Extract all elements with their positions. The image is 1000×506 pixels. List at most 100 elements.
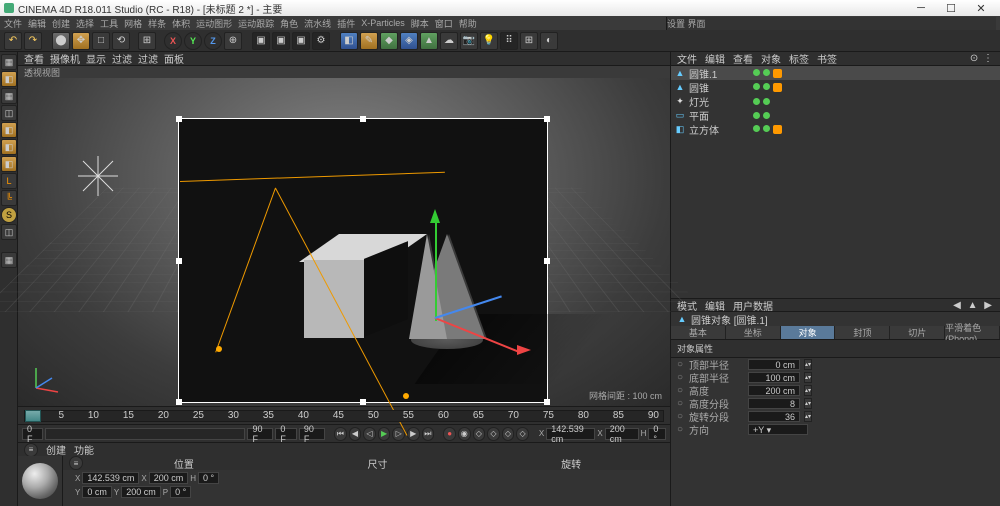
menu-角色[interactable]: 角色 <box>280 17 298 30</box>
menu-运动图形[interactable]: 运动图形 <box>196 17 232 30</box>
obj-tab[interactable]: 对象 <box>761 51 781 66</box>
obj-tab[interactable]: 书签 <box>817 51 837 66</box>
recent-tool-button[interactable]: ⊞ <box>138 32 156 50</box>
camera-handle[interactable] <box>216 346 222 352</box>
subtab-对象[interactable]: 对象 <box>781 326 836 339</box>
subtab-基本[interactable]: 基本 <box>671 326 726 339</box>
tag-icon[interactable] <box>773 83 782 92</box>
goto-start-button[interactable]: ⏮ <box>334 427 347 441</box>
visibility-dot[interactable] <box>753 112 760 119</box>
coord-x-pos[interactable]: 142.539 cm <box>546 428 595 440</box>
size-y[interactable]: 200 cm <box>121 486 161 498</box>
vp-menu-item[interactable]: 面板 <box>164 51 184 66</box>
close-button[interactable]: ✕ <box>966 1 996 15</box>
autokey-button[interactable]: ◉ <box>458 427 471 441</box>
pos-y[interactable]: 0 cm <box>82 486 112 498</box>
mat-tab[interactable]: 创建 <box>46 442 66 457</box>
range-slider[interactable] <box>45 428 245 440</box>
point-mode-button[interactable]: ◧ <box>1 122 17 138</box>
undo-button[interactable]: ↶ <box>4 32 22 50</box>
visibility-dot[interactable] <box>753 125 760 132</box>
timeline-thumb[interactable] <box>25 410 41 422</box>
obj-tab[interactable]: 编辑 <box>705 51 725 66</box>
coord-tab[interactable]: 旋转 <box>478 456 664 471</box>
camera-handle[interactable] <box>403 393 409 399</box>
menu-脚本[interactable]: 脚本 <box>411 17 429 30</box>
menu-体积[interactable]: 体积 <box>172 17 190 30</box>
key-scale-button[interactable]: ◇ <box>487 427 500 441</box>
add-light-button[interactable]: 💡 <box>480 32 498 50</box>
add-environment-button[interactable]: ☁ <box>440 32 458 50</box>
menu-编辑[interactable]: 编辑 <box>28 17 46 30</box>
rot-p[interactable]: 0 ° <box>170 486 191 498</box>
obj-tab[interactable]: 标签 <box>789 51 809 66</box>
vp-menu-item[interactable]: 过滤 <box>112 51 132 66</box>
obj-tab[interactable]: 文件 <box>677 51 697 66</box>
menu-创建[interactable]: 创建 <box>52 17 70 30</box>
object-row[interactable]: ▲圆锥.1 <box>671 66 1000 80</box>
attr-input[interactable]: 8 <box>748 398 800 409</box>
rot-h[interactable]: 0 ° <box>198 472 219 484</box>
render-dot[interactable] <box>763 83 770 90</box>
object-row[interactable]: ▲圆锥 <box>671 80 1000 94</box>
workplane-button[interactable]: ◫ <box>1 105 17 121</box>
spinner-icon[interactable]: ▴▾ <box>804 372 812 383</box>
coord-menu-icon[interactable]: ≡ <box>69 456 83 470</box>
menu-样条[interactable]: 样条 <box>148 17 166 30</box>
world-button[interactable]: ⊕ <box>224 32 242 50</box>
edge-mode-button[interactable]: ◧ <box>1 139 17 155</box>
add-mograph-button[interactable]: ⊞ <box>520 32 538 50</box>
redo-button[interactable]: ↷ <box>24 32 42 50</box>
texture-mode-button[interactable]: ▦ <box>1 88 17 104</box>
make-editable-button[interactable]: ▦ <box>1 54 17 70</box>
subtab-坐标[interactable]: 坐标 <box>726 326 781 339</box>
end-frame-field[interactable]: 90 F <box>247 428 273 440</box>
object-row[interactable]: ◧立方体 <box>671 122 1000 136</box>
render-region-button[interactable]: ▣ <box>272 32 290 50</box>
axis-l-button[interactable]: L <box>1 173 17 189</box>
attr-input[interactable]: 36 <box>748 411 800 422</box>
key-param-button[interactable]: ◇ <box>516 427 529 441</box>
vp-menu-item[interactable]: 过滤 <box>138 51 158 66</box>
mat-menu-icon[interactable]: ≡ <box>24 443 38 457</box>
rotate-button[interactable]: ⟲ <box>112 32 130 50</box>
key-rot-button[interactable]: ◇ <box>502 427 515 441</box>
snap-button[interactable]: S <box>1 207 17 223</box>
menu-运动跟踪[interactable]: 运动跟踪 <box>238 17 274 30</box>
subtab-封顶[interactable]: 封顶 <box>835 326 890 339</box>
axis-p-button[interactable]: ╚ <box>1 190 17 206</box>
current-frame-field[interactable]: 0 F <box>275 428 296 440</box>
add-particles-button[interactable]: ⠿ <box>500 32 518 50</box>
prev-frame-button[interactable]: ◁ <box>363 427 376 441</box>
material-preview[interactable] <box>22 463 58 499</box>
menu-right[interactable]: 设置 界面 <box>666 17 996 30</box>
object-list[interactable]: ▲圆锥.1▲圆锥✦灯光▭平面◧立方体 <box>671 66 1000 298</box>
vp-menu-item[interactable]: 显示 <box>86 51 106 66</box>
viewport[interactable]: 网格间距 : 100 cm <box>18 78 670 406</box>
add-nurbs-button[interactable]: ◆ <box>380 32 398 50</box>
size-x[interactable]: 200 cm <box>149 472 189 484</box>
render-dot[interactable] <box>763 69 770 76</box>
attr-tab[interactable]: 编辑 <box>705 298 725 313</box>
start-frame-field[interactable]: 0 F <box>22 428 43 440</box>
add-camera-button[interactable]: 📷 <box>460 32 478 50</box>
next-key-button[interactable]: ▶ <box>407 427 420 441</box>
render-frame[interactable] <box>178 118 548 403</box>
render-pv-button[interactable]: ▣ <box>292 32 310 50</box>
move-button[interactable]: ✥ <box>72 32 90 50</box>
obj-tab[interactable]: 查看 <box>733 51 753 66</box>
light-icon-button[interactable]: ◐ <box>540 32 558 50</box>
menu-帮助[interactable]: 帮助 <box>459 17 477 30</box>
attr-input[interactable]: 200 cm <box>748 385 800 396</box>
menu-插件[interactable]: 插件 <box>337 17 355 30</box>
material-area[interactable] <box>18 456 62 506</box>
attr-nav-icon[interactable]: ◀ ▲ ▶ <box>953 300 994 311</box>
record-button[interactable]: ● <box>443 427 456 441</box>
attr-input[interactable]: 0 cm <box>748 359 800 370</box>
visibility-dot[interactable] <box>753 69 760 76</box>
visibility-dot[interactable] <box>753 83 760 90</box>
object-row[interactable]: ▭平面 <box>671 108 1000 122</box>
workplane2-button[interactable]: ◫ <box>1 224 17 240</box>
prev-key-button[interactable]: ◀ <box>349 427 362 441</box>
attr-select[interactable]: +Y ▾ <box>748 424 808 435</box>
